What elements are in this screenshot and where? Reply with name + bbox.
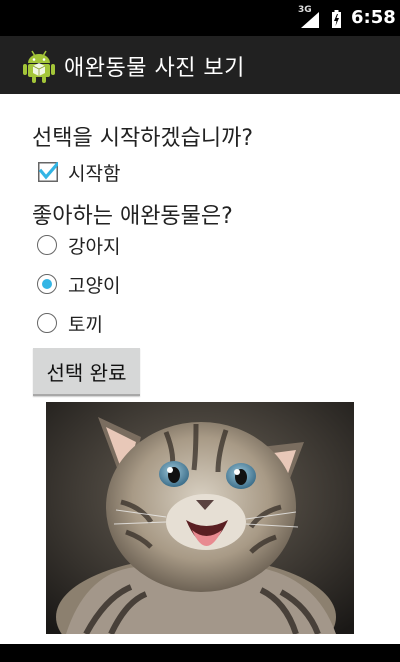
signal-icon — [301, 12, 319, 28]
radio-rabbit-label[interactable]: 토끼 — [68, 310, 103, 337]
status-bar: 3G 6:58 — [0, 0, 400, 36]
clock: 6:58 — [351, 7, 396, 28]
start-question: 선택을 시작하겠습니까? — [32, 126, 254, 151]
pet-question: 좋아하는 애완동물은? — [32, 204, 233, 229]
action-bar: 애완동물 사진 보기 — [0, 36, 400, 94]
battery-charging-icon — [332, 10, 341, 28]
start-checkbox-label: 시작함 — [68, 163, 121, 185]
android-app-icon — [23, 50, 55, 83]
radio-cat-label[interactable]: 고양이 — [68, 271, 120, 298]
radio-cat[interactable] — [37, 274, 57, 294]
kitten-photo — [46, 402, 354, 634]
bottom-edge — [0, 644, 400, 662]
selection-done-button[interactable]: 선택 완료 — [33, 348, 140, 396]
radio-dog[interactable] — [37, 235, 57, 255]
app-title: 애완동물 사진 보기 — [64, 56, 245, 81]
radio-rabbit[interactable] — [37, 313, 57, 333]
main-content: 선택을 시작하겠습니까? 시작함 좋아하는 애완동물은? 강아지 고양이 토끼 … — [0, 94, 400, 644]
start-checkbox[interactable] — [38, 162, 58, 182]
radio-dog-label[interactable]: 강아지 — [68, 232, 120, 259]
